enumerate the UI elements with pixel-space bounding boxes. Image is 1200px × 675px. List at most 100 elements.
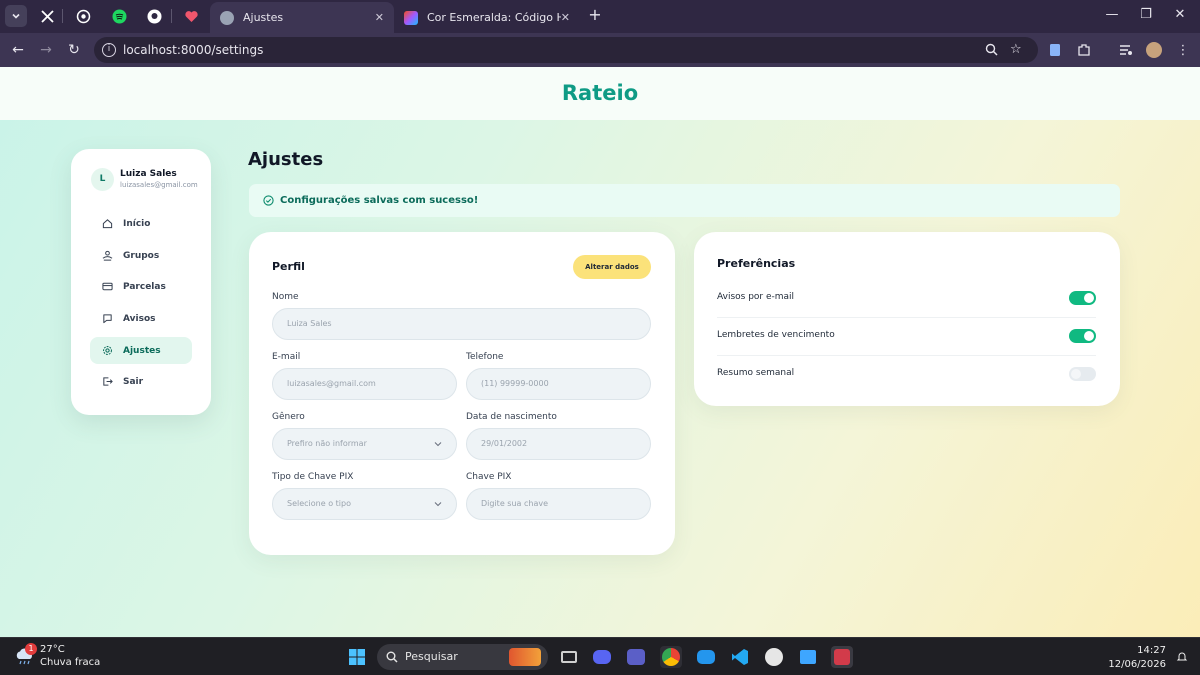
tab-title: Ajustes bbox=[243, 11, 284, 24]
sidebar-item-label: Início bbox=[123, 218, 151, 229]
avatar: L bbox=[91, 168, 114, 191]
success-alert: Configurações salvas com sucesso! bbox=[249, 184, 1120, 217]
pix-key-field[interactable]: Digite sua chave bbox=[466, 488, 651, 520]
due-reminders-toggle[interactable] bbox=[1069, 329, 1096, 343]
preferences-title: Preferências bbox=[717, 257, 796, 270]
sidebar: L Luiza Sales luizasales@gmail.com Iníci… bbox=[71, 149, 211, 415]
edit-profile-button[interactable]: Alterar dados bbox=[573, 255, 651, 279]
user-email: luizasales@gmail.com bbox=[120, 181, 198, 189]
reload-icon[interactable]: ↻ bbox=[65, 41, 83, 59]
pref-row-reminders: Lembretes de vencimento bbox=[717, 318, 1096, 356]
github-desktop-icon[interactable] bbox=[763, 646, 785, 668]
sidebar-item-label: Avisos bbox=[123, 313, 156, 324]
pinned-tab-github[interactable] bbox=[143, 5, 165, 27]
name-field[interactable]: Luiza Sales bbox=[272, 308, 651, 340]
docker-icon[interactable] bbox=[695, 646, 717, 668]
success-message: Configurações salvas com sucesso! bbox=[280, 195, 479, 206]
tab-separator bbox=[62, 9, 63, 23]
sidebar-item-label: Sair bbox=[123, 376, 144, 387]
weather-temp[interactable]: 27°C bbox=[40, 644, 65, 655]
forward-icon[interactable]: → bbox=[37, 41, 55, 59]
extensions-puzzle-icon[interactable] bbox=[1075, 41, 1093, 59]
sidebar-item-label: Parcelas bbox=[123, 281, 166, 292]
restore-icon[interactable]: ❐ bbox=[1136, 7, 1156, 22]
pref-label: Resumo semanal bbox=[717, 368, 795, 378]
pix-type-select[interactable]: Selecione o tipo bbox=[272, 488, 457, 520]
snipping-tool-icon[interactable] bbox=[831, 646, 853, 668]
profile-title: Perfil bbox=[272, 260, 305, 273]
card-icon bbox=[102, 282, 113, 291]
teams-icon[interactable] bbox=[625, 646, 647, 668]
system-clock[interactable]: 14:27 12/06/2026 bbox=[1108, 644, 1166, 672]
windows-start-icon[interactable] bbox=[346, 646, 368, 668]
page-title: Ajustes bbox=[248, 149, 324, 170]
kebab-menu-icon[interactable]: ⋮ bbox=[1174, 41, 1192, 59]
sidebar-item-ajustes[interactable]: Ajustes bbox=[90, 337, 192, 364]
page-viewport: Rateio L Luiza Sales luizasales@gmail.co… bbox=[0, 67, 1200, 637]
close-window-icon[interactable]: ✕ bbox=[1170, 7, 1190, 22]
home-icon bbox=[102, 219, 113, 229]
field-label: E-mail bbox=[272, 352, 301, 362]
clock-time: 14:27 bbox=[1137, 645, 1166, 656]
vscode-icon[interactable] bbox=[729, 646, 751, 668]
brand-logo[interactable]: Rateio bbox=[0, 81, 1200, 105]
new-tab-button[interactable]: + bbox=[586, 6, 604, 24]
email-notifications-toggle[interactable] bbox=[1069, 291, 1096, 305]
media-queue-icon[interactable] bbox=[1117, 41, 1135, 59]
task-view-icon[interactable] bbox=[558, 646, 580, 668]
pinned-tab-whatsapp[interactable] bbox=[72, 5, 94, 27]
search-highlight-icon bbox=[509, 648, 541, 666]
sidebar-item-parcelas[interactable]: Parcelas bbox=[90, 273, 192, 300]
spotify-icon bbox=[112, 9, 126, 23]
birthdate-field[interactable]: 29/01/2002 bbox=[466, 428, 651, 460]
sidebar-item-sair[interactable]: Sair bbox=[90, 368, 192, 395]
email-field[interactable]: luizasales@gmail.com bbox=[272, 368, 457, 400]
close-icon[interactable]: ✕ bbox=[561, 11, 570, 24]
gender-select[interactable]: Prefiro não informar bbox=[272, 428, 457, 460]
sidebar-item-avisos[interactable]: Avisos bbox=[90, 305, 192, 332]
windows-taskbar: 1 27°C Chuva fraca Pesquisar 14:27 12/06… bbox=[0, 637, 1200, 675]
pinned-tab-spotify[interactable] bbox=[108, 5, 130, 27]
pinned-tab-x[interactable] bbox=[36, 5, 58, 27]
field-label: Gênero bbox=[272, 412, 305, 422]
tab-search-button[interactable] bbox=[5, 5, 27, 27]
bookmark-star-icon[interactable]: ☆ bbox=[1010, 43, 1022, 57]
weekly-summary-toggle[interactable] bbox=[1069, 367, 1096, 381]
whatsapp-icon bbox=[76, 9, 90, 23]
url-text[interactable]: localhost:8000/settings bbox=[123, 43, 263, 57]
heart-app-icon bbox=[184, 10, 198, 22]
zoom-icon[interactable] bbox=[985, 43, 998, 60]
notification-bell-icon[interactable] bbox=[1176, 651, 1188, 663]
app-header: Rateio bbox=[0, 67, 1200, 120]
chevron-down-icon bbox=[434, 502, 442, 507]
profile-avatar-icon[interactable] bbox=[1145, 41, 1163, 59]
back-icon[interactable]: ← bbox=[9, 41, 27, 59]
chevron-down-icon bbox=[434, 442, 442, 447]
search-icon bbox=[386, 651, 398, 663]
logout-icon bbox=[103, 377, 113, 386]
app-window-icon[interactable] bbox=[797, 646, 819, 668]
tab-cor-esmeralda[interactable]: Cor Esmeralda: Código Hex, Pal ✕ bbox=[394, 2, 580, 33]
clock-date: 12/06/2026 bbox=[1108, 659, 1166, 670]
tab-ajustes[interactable]: Ajustes ✕ bbox=[210, 2, 394, 33]
phone-field[interactable]: (11) 99999-0000 bbox=[466, 368, 651, 400]
chrome-icon[interactable] bbox=[660, 646, 682, 668]
discord-icon[interactable] bbox=[591, 646, 613, 668]
groups-icon bbox=[102, 250, 113, 261]
address-bar[interactable]: i localhost:8000/settings ☆ bbox=[94, 37, 1038, 63]
chat-icon bbox=[103, 314, 112, 324]
close-icon[interactable]: ✕ bbox=[375, 11, 384, 24]
weather-desc[interactable]: Chuva fraca bbox=[40, 657, 100, 668]
sidebar-item-grupos[interactable]: Grupos bbox=[90, 242, 192, 269]
minimize-icon[interactable]: — bbox=[1102, 7, 1122, 22]
gear-icon bbox=[103, 346, 112, 355]
github-icon bbox=[147, 9, 161, 23]
extension-doc-icon[interactable] bbox=[1046, 41, 1064, 59]
site-info-icon[interactable]: i bbox=[102, 43, 116, 57]
weather-badge: 1 bbox=[25, 643, 37, 655]
pinned-tab-app[interactable] bbox=[180, 5, 202, 27]
x-logo-icon bbox=[40, 9, 54, 23]
taskbar-search[interactable]: Pesquisar bbox=[377, 644, 548, 670]
user-name: Luiza Sales bbox=[120, 169, 177, 179]
sidebar-item-inicio[interactable]: Início bbox=[90, 210, 192, 237]
